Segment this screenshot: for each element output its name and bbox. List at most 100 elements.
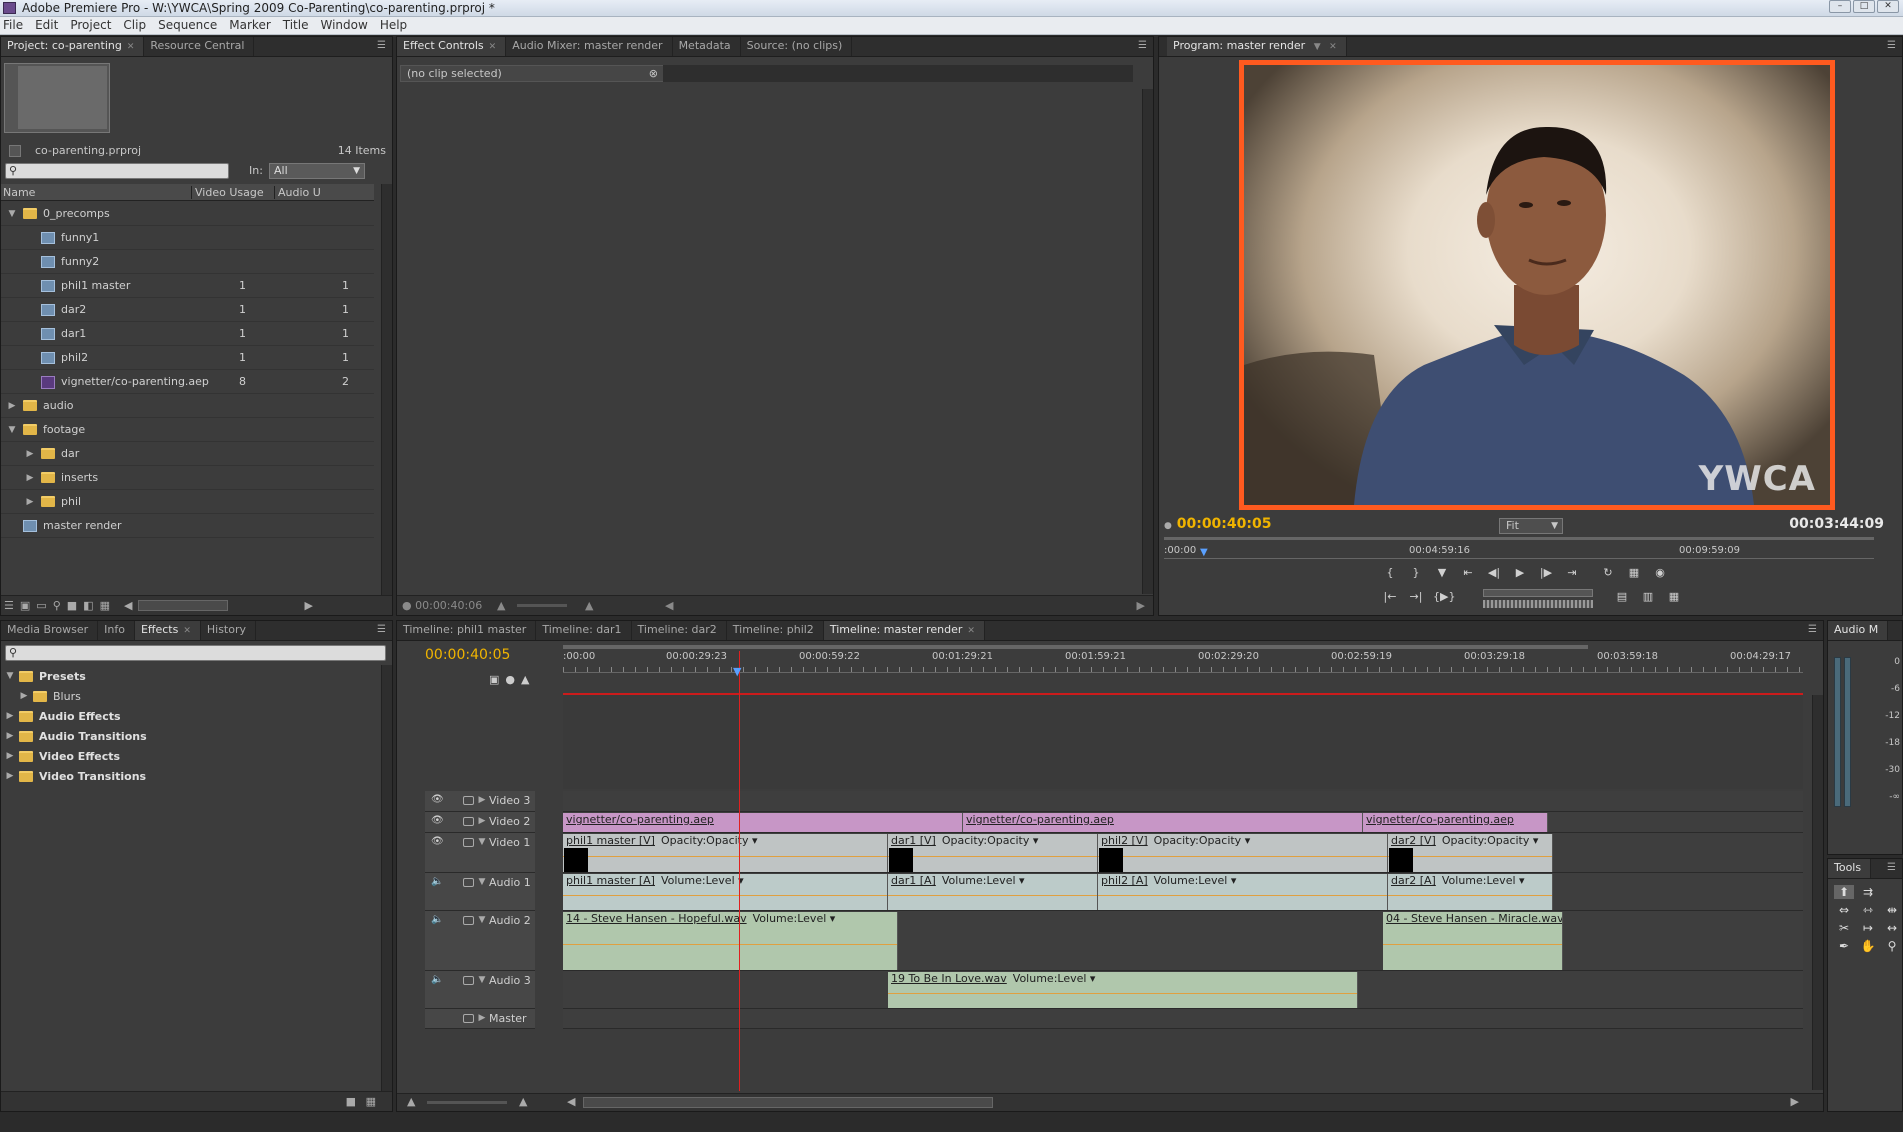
tab-audio-master[interactable]: Audio M	[1828, 621, 1889, 640]
close-tab-icon[interactable]: ✕	[1329, 42, 1337, 52]
timeline-timecode[interactable]: 00:00:40:05	[425, 647, 510, 663]
tab-source-no-clips[interactable]: Source: (no clips)	[741, 37, 853, 56]
zoom-out-icon[interactable]: ▲	[497, 596, 505, 615]
effects-scrollbar[interactable]	[381, 665, 392, 1093]
project-item[interactable]: ▶ phil	[1, 490, 374, 514]
clip-effect-menu[interactable]: Opacity:Opacity ▾	[661, 834, 758, 847]
tab-timeline-phil2[interactable]: Timeline: phil2	[727, 621, 824, 640]
new-bin-icon[interactable]: ■	[67, 599, 77, 612]
output-icon[interactable]: ◉	[1651, 564, 1669, 582]
track-expand-icon[interactable]: ▼	[477, 877, 487, 887]
expand-toggle-icon[interactable]: ▶	[5, 731, 15, 741]
track-toggle-icon[interactable]: 🔈	[431, 876, 443, 887]
automate-icon[interactable]: ▭	[36, 599, 46, 612]
expand-toggle-icon[interactable]: ▶	[19, 691, 29, 701]
rate-stretch-tool-icon[interactable]: ⇹	[1882, 903, 1902, 917]
track-lock-icon[interactable]	[463, 838, 474, 847]
timeline-clip[interactable]: 04 - Steve Hansen - Miracle.wav	[1383, 912, 1563, 970]
track-toggle-icon[interactable]: 👁	[431, 794, 444, 805]
project-item[interactable]: dar1 1 1	[1, 322, 374, 346]
track-toggle-icon[interactable]: 🔈	[431, 974, 443, 985]
project-item[interactable]: vignetter/co-parenting.aep 8 2	[1, 370, 374, 394]
project-item[interactable]: phil1 master 1 1	[1, 274, 374, 298]
scroll-right-icon[interactable]: ▶	[304, 599, 312, 612]
playhead-handle-icon[interactable]: ▼	[733, 665, 741, 678]
tab-program-master-render[interactable]: Program: master render ▼ ✕	[1167, 37, 1347, 56]
timeline-clip[interactable]: vignetter/co-parenting.aep	[563, 813, 963, 832]
menu-item-file[interactable]: File	[0, 17, 32, 34]
effect-controls-scrollbar[interactable]	[1142, 89, 1153, 594]
panel-menu-icon[interactable]: ☰	[1887, 862, 1896, 873]
track-lock-icon[interactable]	[463, 817, 474, 826]
icon-view-icon[interactable]: ▣	[20, 599, 30, 612]
fit-zoom-select[interactable]: Fit ▼	[1499, 518, 1563, 534]
timeline-clip[interactable]: dar2 [V] Opacity:Opacity ▾	[1388, 834, 1553, 872]
track-lock-icon[interactable]	[463, 976, 474, 985]
track-expand-icon[interactable]: ▼	[477, 975, 487, 985]
tab-media-browser[interactable]: Media Browser	[1, 621, 99, 640]
hand-tool-icon[interactable]: ✋	[1858, 939, 1878, 953]
trim-monitor-icon[interactable]: ▦	[1665, 588, 1683, 606]
panel-menu-icon[interactable]: ☰	[1138, 40, 1147, 51]
zoom-in-icon[interactable]: ▲	[519, 1095, 527, 1108]
new-custom-bin-icon[interactable]: ■	[346, 1092, 356, 1111]
project-item[interactable]: ▶ audio	[1, 394, 374, 418]
zoom-out-icon[interactable]: ▲	[407, 1095, 415, 1108]
tab-effects[interactable]: Effects ✕	[134, 621, 201, 640]
project-horizontal-scrollbar[interactable]	[138, 600, 229, 611]
clip-effect-menu[interactable]: Volume:Level ▾	[1154, 874, 1237, 887]
goto-previous-edit-icon[interactable]: |←	[1381, 588, 1399, 606]
clip-effect-menu[interactable]: Volume:Level ▾	[942, 874, 1025, 887]
tab-metadata[interactable]: Metadata	[673, 37, 741, 56]
project-search-input[interactable]: ⚲	[5, 163, 229, 179]
tab-timeline-master-render[interactable]: Timeline: master render ✕	[823, 621, 985, 640]
find-icon[interactable]: ⚲	[53, 599, 61, 612]
track-expand-icon[interactable]: ▼	[477, 915, 487, 925]
menu-item-project[interactable]: Project	[67, 17, 120, 34]
zoom-slider[interactable]	[517, 604, 567, 607]
slip-tool-icon[interactable]: ↦	[1858, 921, 1878, 935]
clip-effect-menu[interactable]: Opacity:Opacity ▾	[942, 834, 1039, 847]
timeline-time-ruler[interactable]: :00:00 00:00:29:23 00:00:59:22 00:01:29:21 0…	[563, 651, 1803, 673]
menu-item-title[interactable]: Title	[280, 17, 318, 34]
tab-info[interactable]: Info	[98, 621, 135, 640]
expand-toggle-icon[interactable]: ▶	[25, 473, 35, 483]
close-tab-icon[interactable]: ✕	[127, 42, 135, 52]
expand-toggle-icon[interactable]: ▶	[5, 771, 15, 781]
program-time-ruler[interactable]: :00:00 00:04:59:16 00:09:59:09 ▼	[1164, 543, 1874, 559]
list-view-icon[interactable]: ☰	[4, 599, 14, 612]
clip-selector[interactable]: (no clip selected) ⊗	[400, 65, 664, 82]
project-vertical-scrollbar[interactable]	[381, 184, 392, 615]
track-lock-icon[interactable]	[463, 796, 474, 805]
timeline-clip[interactable]: vignetter/co-parenting.aep	[963, 813, 1363, 832]
in-filter-select[interactable]: All ▼	[269, 163, 365, 179]
tab-audio-mixer-master-render[interactable]: Audio Mixer: master render	[506, 37, 673, 56]
track-expand-icon[interactable]: ▶	[477, 1013, 487, 1023]
expand-toggle-icon[interactable]: ▶	[25, 497, 35, 507]
playhead-line[interactable]	[739, 651, 740, 1091]
tab-resource-central[interactable]: Resource Central	[144, 37, 255, 56]
project-item[interactable]: dar2 1 1	[1, 298, 374, 322]
mark-out-icon[interactable]: }	[1407, 564, 1425, 582]
delete-icon[interactable]: ▦	[366, 1092, 376, 1111]
menu-item-window[interactable]: Window	[317, 17, 376, 34]
set-unnumbered-marker-icon[interactable]: ▲	[521, 673, 529, 686]
menu-item-edit[interactable]: Edit	[32, 17, 67, 34]
expand-toggle-icon[interactable]: ▼	[7, 209, 17, 219]
track-expand-icon[interactable]: ▶	[477, 816, 487, 826]
rolling-edit-tool-icon[interactable]: ⇿	[1858, 903, 1878, 917]
tab-timeline-phil1-master[interactable]: Timeline: phil1 master	[397, 621, 537, 640]
menu-item-help[interactable]: Help	[377, 17, 416, 34]
timeline-clip[interactable]: phil1 master [A] Volume:Level ▾	[563, 874, 888, 910]
project-item[interactable]: funny1	[1, 226, 374, 250]
tab-effect-controls[interactable]: Effect Controls ✕	[397, 37, 507, 56]
set-encore-marker-icon[interactable]: ●	[505, 673, 515, 686]
ripple-edit-tool-icon[interactable]: ⇔	[1834, 903, 1854, 917]
go-icon[interactable]: ⊗	[649, 66, 658, 81]
track-toggle-icon[interactable]: 👁	[431, 836, 444, 847]
tab-timeline-dar2[interactable]: Timeline: dar2	[632, 621, 727, 640]
project-item[interactable]: ▼ footage	[1, 418, 374, 442]
project-item[interactable]: funny2	[1, 250, 374, 274]
new-item-icon[interactable]: ◧	[83, 599, 93, 612]
tab-history[interactable]: History	[201, 621, 257, 640]
